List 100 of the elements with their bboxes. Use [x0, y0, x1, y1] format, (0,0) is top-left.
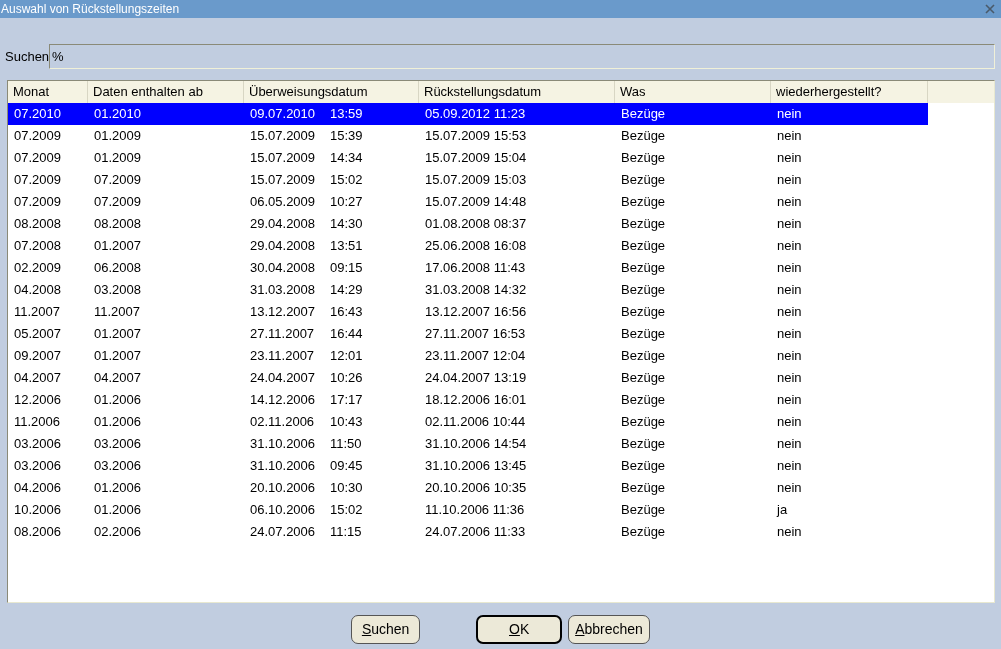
table-cell-text: nein [777, 435, 802, 454]
dialog-button[interactable]: Abbrechen [568, 615, 650, 644]
table-cell-text: 04.2006 [14, 479, 61, 498]
table-row[interactable]: 02.2009 06.2008 30.04.2008 09:15 17.06.2008 11:43 Bezüge nein [8, 257, 928, 279]
table-cell-text: 29.04.2008 [250, 215, 317, 234]
table-cell-text: 30.04.2008 [250, 259, 317, 278]
table-cell-text: 03.2006 [14, 457, 61, 476]
table-row[interactable]: 09.2007 01.2007 23.11.2007 12:01 23.11.2007 12:04 Bezüge nein [8, 345, 928, 367]
table-cell-text: 03.2006 [94, 457, 141, 476]
table-cell-text: 15:02 [330, 171, 363, 190]
table-cell-text: 03.2006 [14, 435, 61, 454]
table-cell-text: 04.2007 [14, 369, 61, 388]
table-cell-text: Bezüge [621, 457, 666, 476]
table-row[interactable]: 04.2006 01.2006 20.10.2006 10:30 20.10.2006 10:35 Bezüge nein [8, 477, 928, 499]
table-row[interactable]: 07.2009 07.2009 15.07.2009 15:02 15.07.2009 15:03 Bezüge nein [8, 169, 928, 191]
table-row[interactable]: 03.2006 03.2006 31.10.2006 09:45 31.10.2006 13:45 Bezüge nein [8, 455, 928, 477]
table-row[interactable]: 11.2006 01.2006 02.11.2006 10:43 02.11.2006 10:44 Bezüge nein [8, 411, 928, 433]
table-cell-text: Bezüge [621, 127, 666, 146]
table-cell-text: Bezüge [621, 215, 666, 234]
table-cell-text: 07.2009 [14, 149, 61, 168]
table-cell-text: 01.2006 [94, 391, 141, 410]
table-cell-text: 15.07.2009 15:04 [425, 149, 527, 168]
table-cell-text: 08.2008 [14, 215, 61, 234]
table-cell-text: nein [777, 347, 802, 366]
table-cell-text: 24.04.2007 13:19 [425, 369, 527, 388]
table-cell-text: 10:43 [330, 413, 363, 432]
table-cell-text: 25.06.2008 16:08 [425, 237, 527, 256]
table-cell-text: 07.2008 [14, 237, 61, 256]
table-row[interactable]: 07.2009 01.2009 15.07.2009 14:34 15.07.2009 15:04 Bezüge nein [8, 147, 928, 169]
table-cell-text: 09.2007 [14, 347, 61, 366]
dialog-button[interactable]: Suchen [351, 615, 421, 644]
table-row[interactable]: 07.2009 01.2009 15.07.2009 15:39 15.07.2009 15:53 Bezüge nein [8, 125, 928, 147]
table-cell-text: 24.07.2006 11:33 [425, 523, 526, 542]
table-cell-text: nein [777, 413, 802, 432]
table-cell-text: 07.2010 [14, 105, 61, 124]
table-cell-text: nein [777, 479, 802, 498]
table-cell-text: 10:30 [330, 479, 363, 498]
table-cell-text: 27.11.2007 16:53 [425, 325, 526, 344]
table-cell-text: 11:50 [330, 435, 362, 454]
table-cell-text: Bezüge [621, 237, 666, 256]
table-cell-text: 07.2009 [94, 193, 141, 212]
table-cell-text: nein [777, 149, 802, 168]
table-cell-text: 07.2009 [14, 171, 61, 190]
table-cell-text: 18.12.2006 16:01 [425, 391, 527, 410]
table-row[interactable]: 11.2007 11.2007 13.12.2007 16:43 13.12.2007 16:56 Bezüge nein [8, 301, 928, 323]
table-cell-text: Bezüge [621, 259, 666, 278]
table-row[interactable]: 05.2007 01.2007 27.11.2007 16:44 27.11.2007 16:53 Bezüge nein [8, 323, 928, 345]
table-cell-text: 15.07.2009 [250, 127, 317, 146]
table-cell-text: 24.07.2006 [250, 523, 317, 542]
table-cell-text: 15:39 [330, 127, 363, 146]
search-field[interactable]: % [49, 44, 995, 69]
table-cell-text: 14:34 [330, 149, 363, 168]
table-cell-text: 06.05.2009 [250, 193, 317, 212]
table-cell-text: 27.11.2007 [250, 325, 316, 344]
close-icon[interactable] [985, 4, 995, 14]
table-cell-text: Bezüge [621, 501, 666, 520]
table-row[interactable]: 12.2006 01.2006 14.12.2006 17:17 18.12.2006 16:01 Bezüge nein [8, 389, 928, 411]
table-cell-text: 11.2007 [94, 303, 141, 322]
table-cell-text: Bezüge [621, 303, 666, 322]
table-cell-text: nein [777, 215, 802, 234]
table-cell-text: 23.11.2007 12:04 [425, 347, 526, 366]
table-cell-text: 29.04.2008 [250, 237, 317, 256]
table-cell-text: 31.10.2006 [250, 435, 317, 454]
table-cell-text: Bezüge [621, 435, 666, 454]
table-cell-text: 04.2008 [14, 281, 61, 300]
table-cell-text: 01.2006 [94, 479, 141, 498]
table-row[interactable]: 07.2009 07.2009 06.05.2009 10:27 15.07.2009 14:48 Bezüge nein [8, 191, 928, 213]
table-cell-text: 01.2007 [94, 347, 141, 366]
table-cell-text: Bezüge [621, 479, 666, 498]
table-cell-text: 17.06.2008 11:43 [425, 259, 526, 278]
table-row[interactable]: 03.2006 03.2006 31.10.2006 11:50 31.10.2006 14:54 Bezüge nein [8, 433, 928, 455]
table-row[interactable]: 07.2008 01.2007 29.04.2008 13:51 25.06.2008 16:08 Bezüge nein [8, 235, 928, 257]
table-cell-text: 06.2008 [94, 259, 141, 278]
table-cell-text: 06.10.2006 [250, 501, 317, 520]
table-cell-text: 08.2008 [94, 215, 141, 234]
table-cell-text: 24.04.2007 [250, 369, 317, 388]
table-row[interactable]: 10.2006 01.2006 06.10.2006 15:02 11.10.2006 11:36 Bezüge ja [8, 499, 928, 521]
table-row[interactable]: 04.2007 04.2007 24.04.2007 10:26 24.04.2007 13:19 Bezüge nein [8, 367, 928, 389]
table-cell-text: nein [777, 237, 802, 256]
table-cell-text: 23.11.2007 [250, 347, 316, 366]
table-cell-text: 04.2007 [94, 369, 141, 388]
table-cell-text: 10:26 [330, 369, 363, 388]
table-cell-text: Bezüge [621, 105, 666, 124]
dialog-button[interactable]: OK [476, 615, 563, 644]
table-cell-text: nein [777, 127, 802, 146]
table-cell-text: 13:59 [330, 105, 363, 124]
table-cell-text: 11.2007 [14, 303, 61, 322]
table-cell-text: nein [777, 303, 802, 322]
table-cell-text: 31.03.2008 [250, 281, 317, 300]
table-row[interactable]: 07.2010 01.2010 09.07.2010 13:59 05.09.2012 11:23 Bezüge nein [8, 103, 928, 125]
window-title: Auswahl von Rückstellungszeiten [1, 1, 180, 18]
table-cell-text: 15.07.2009 15:53 [425, 127, 527, 146]
table-cell-text: Bezüge [621, 281, 666, 300]
table-cell-text: Bezüge [621, 149, 666, 168]
table-row[interactable]: 04.2008 03.2008 31.03.2008 14:29 31.03.2008 14:32 Bezüge nein [8, 279, 928, 301]
table-cell-text: nein [777, 281, 802, 300]
table-row[interactable]: 08.2008 08.2008 29.04.2008 14:30 01.08.2008 08:37 Bezüge nein [8, 213, 928, 235]
table-cell-text: 01.08.2008 08:37 [425, 215, 527, 234]
table-cell-text: 01.2010 [94, 105, 141, 124]
table-row[interactable]: 08.2006 02.2006 24.07.2006 11:15 24.07.2006 11:33 Bezüge nein [8, 521, 928, 543]
